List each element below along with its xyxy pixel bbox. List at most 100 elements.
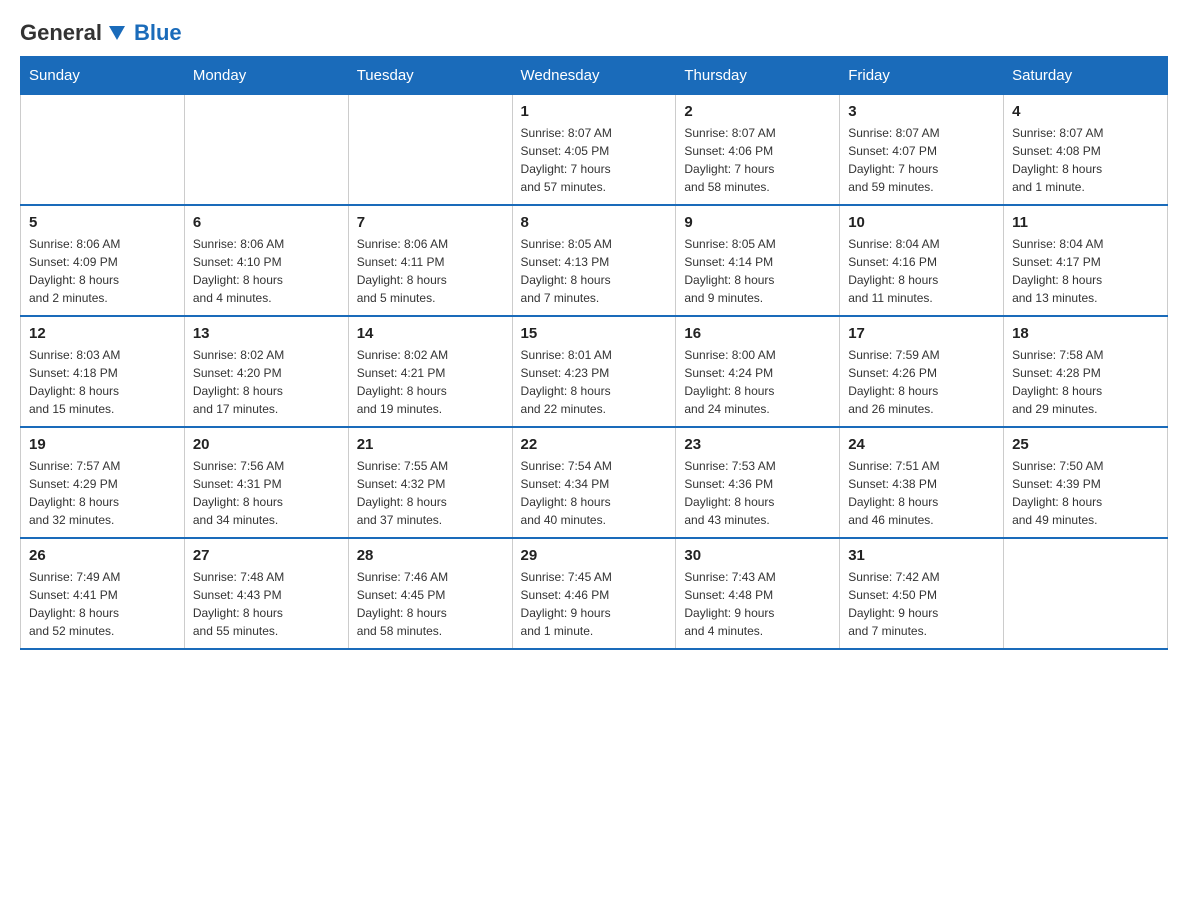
day-info: Sunrise: 8:05 AM Sunset: 4:13 PM Dayligh… <box>521 235 668 307</box>
day-info: Sunrise: 7:59 AM Sunset: 4:26 PM Dayligh… <box>848 346 995 418</box>
day-cell: 10 Sunrise: 8:04 AM Sunset: 4:16 PM Dayli… <box>840 205 1004 316</box>
day-number: 2 <box>684 103 831 120</box>
day-cell: 4 Sunrise: 8:07 AM Sunset: 4:08 PM Daylig… <box>1004 95 1168 206</box>
day-cell: 15Sunrise: 8:01 AM Sunset: 4:23 PM Dayli… <box>512 316 676 427</box>
day-info: Sunrise: 7:50 AM Sunset: 4:39 PM Dayligh… <box>1012 457 1159 529</box>
day-info: Sunrise: 8:07 AM Sunset: 4:08 PM Dayligh… <box>1012 124 1159 196</box>
day-number: 16 <box>684 325 831 342</box>
day-cell: 30 Sunrise: 7:43 AM Sunset: 4:48 PM Dayli… <box>676 538 840 649</box>
day-info: Sunrise: 8:06 AM Sunset: 4:09 PM Dayligh… <box>29 235 176 307</box>
week-row-1: 1Sunrise: 8:07 AM Sunset: 4:05 PM Daylig… <box>21 95 1168 206</box>
logo-blue-text: Blue <box>134 20 182 46</box>
day-cell: 31 Sunrise: 7:42 AM Sunset: 4:50 PM Dayli… <box>840 538 1004 649</box>
day-info: Sunrise: 8:02 AM Sunset: 4:21 PM Dayligh… <box>357 346 504 418</box>
day-number: 4 <box>1012 103 1159 120</box>
day-cell <box>184 95 348 206</box>
week-row-4: 19 Sunrise: 7:57 AM Sunset: 4:29 PM Dayli… <box>21 427 1168 538</box>
day-info: Sunrise: 7:58 AM Sunset: 4:28 PM Dayligh… <box>1012 346 1159 418</box>
day-cell: 28Sunrise: 7:46 AM Sunset: 4:45 PM Dayli… <box>348 538 512 649</box>
logo-arrow-icon <box>107 22 129 44</box>
day-number: 1 <box>521 103 668 120</box>
day-info: Sunrise: 8:00 AM Sunset: 4:24 PM Dayligh… <box>684 346 831 418</box>
day-info: Sunrise: 7:57 AM Sunset: 4:29 PM Dayligh… <box>29 457 176 529</box>
day-number: 24 <box>848 436 995 453</box>
day-info: Sunrise: 8:01 AM Sunset: 4:23 PM Dayligh… <box>521 346 668 418</box>
header-cell-thursday: Thursday <box>676 57 840 95</box>
day-number: 7 <box>357 214 504 231</box>
day-number: 13 <box>193 325 340 342</box>
day-number: 14 <box>357 325 504 342</box>
logo-general-text: General <box>20 20 102 46</box>
day-cell: 25Sunrise: 7:50 AM Sunset: 4:39 PM Dayli… <box>1004 427 1168 538</box>
day-cell: 1Sunrise: 8:07 AM Sunset: 4:05 PM Daylig… <box>512 95 676 206</box>
day-number: 31 <box>848 547 995 564</box>
day-number: 18 <box>1012 325 1159 342</box>
day-info: Sunrise: 8:04 AM Sunset: 4:16 PM Dayligh… <box>848 235 995 307</box>
day-number: 30 <box>684 547 831 564</box>
day-number: 6 <box>193 214 340 231</box>
day-info: Sunrise: 7:45 AM Sunset: 4:46 PM Dayligh… <box>521 568 668 640</box>
calendar-table: SundayMondayTuesdayWednesdayThursdayFrid… <box>20 56 1168 650</box>
day-cell <box>21 95 185 206</box>
day-number: 22 <box>521 436 668 453</box>
header-cell-friday: Friday <box>840 57 1004 95</box>
day-cell: 5 Sunrise: 8:06 AM Sunset: 4:09 PM Daylig… <box>21 205 185 316</box>
day-cell <box>348 95 512 206</box>
day-cell: 12 Sunrise: 8:03 AM Sunset: 4:18 PM Dayli… <box>21 316 185 427</box>
day-info: Sunrise: 7:49 AM Sunset: 4:41 PM Dayligh… <box>29 568 176 640</box>
week-row-3: 12 Sunrise: 8:03 AM Sunset: 4:18 PM Dayli… <box>21 316 1168 427</box>
day-info: Sunrise: 7:48 AM Sunset: 4:43 PM Dayligh… <box>193 568 340 640</box>
day-number: 9 <box>684 214 831 231</box>
day-cell <box>1004 538 1168 649</box>
day-info: Sunrise: 8:07 AM Sunset: 4:07 PM Dayligh… <box>848 124 995 196</box>
day-number: 8 <box>521 214 668 231</box>
day-cell: 7 Sunrise: 8:06 AM Sunset: 4:11 PM Daylig… <box>348 205 512 316</box>
day-cell: 27Sunrise: 7:48 AM Sunset: 4:43 PM Dayli… <box>184 538 348 649</box>
day-number: 21 <box>357 436 504 453</box>
day-cell: 16 Sunrise: 8:00 AM Sunset: 4:24 PM Dayli… <box>676 316 840 427</box>
day-cell: 6 Sunrise: 8:06 AM Sunset: 4:10 PM Daylig… <box>184 205 348 316</box>
day-number: 23 <box>684 436 831 453</box>
day-info: Sunrise: 7:54 AM Sunset: 4:34 PM Dayligh… <box>521 457 668 529</box>
logo: General Blue <box>20 20 182 46</box>
header-cell-tuesday: Tuesday <box>348 57 512 95</box>
day-cell: 8 Sunrise: 8:05 AM Sunset: 4:13 PM Daylig… <box>512 205 676 316</box>
day-info: Sunrise: 8:05 AM Sunset: 4:14 PM Dayligh… <box>684 235 831 307</box>
header-row: SundayMondayTuesdayWednesdayThursdayFrid… <box>21 57 1168 95</box>
day-number: 11 <box>1012 214 1159 231</box>
day-info: Sunrise: 8:07 AM Sunset: 4:06 PM Dayligh… <box>684 124 831 196</box>
day-info: Sunrise: 7:43 AM Sunset: 4:48 PM Dayligh… <box>684 568 831 640</box>
day-cell: 14 Sunrise: 8:02 AM Sunset: 4:21 PM Dayli… <box>348 316 512 427</box>
day-info: Sunrise: 8:06 AM Sunset: 4:11 PM Dayligh… <box>357 235 504 307</box>
day-number: 12 <box>29 325 176 342</box>
header-cell-monday: Monday <box>184 57 348 95</box>
day-info: Sunrise: 7:53 AM Sunset: 4:36 PM Dayligh… <box>684 457 831 529</box>
day-number: 5 <box>29 214 176 231</box>
day-cell: 29Sunrise: 7:45 AM Sunset: 4:46 PM Dayli… <box>512 538 676 649</box>
day-info: Sunrise: 8:04 AM Sunset: 4:17 PM Dayligh… <box>1012 235 1159 307</box>
day-info: Sunrise: 7:55 AM Sunset: 4:32 PM Dayligh… <box>357 457 504 529</box>
day-info: Sunrise: 8:06 AM Sunset: 4:10 PM Dayligh… <box>193 235 340 307</box>
day-cell: 2 Sunrise: 8:07 AM Sunset: 4:06 PM Daylig… <box>676 95 840 206</box>
day-number: 19 <box>29 436 176 453</box>
day-number: 28 <box>357 547 504 564</box>
day-info: Sunrise: 7:56 AM Sunset: 4:31 PM Dayligh… <box>193 457 340 529</box>
day-info: Sunrise: 8:02 AM Sunset: 4:20 PM Dayligh… <box>193 346 340 418</box>
header-cell-wednesday: Wednesday <box>512 57 676 95</box>
day-cell: 17 Sunrise: 7:59 AM Sunset: 4:26 PM Dayli… <box>840 316 1004 427</box>
day-number: 3 <box>848 103 995 120</box>
day-cell: 13 Sunrise: 8:02 AM Sunset: 4:20 PM Dayli… <box>184 316 348 427</box>
day-number: 10 <box>848 214 995 231</box>
day-cell: 22 Sunrise: 7:54 AM Sunset: 4:34 PM Dayli… <box>512 427 676 538</box>
header-cell-saturday: Saturday <box>1004 57 1168 95</box>
week-row-5: 26Sunrise: 7:49 AM Sunset: 4:41 PM Dayli… <box>21 538 1168 649</box>
day-cell: 18 Sunrise: 7:58 AM Sunset: 4:28 PM Dayli… <box>1004 316 1168 427</box>
day-cell: 23 Sunrise: 7:53 AM Sunset: 4:36 PM Dayli… <box>676 427 840 538</box>
day-info: Sunrise: 8:03 AM Sunset: 4:18 PM Dayligh… <box>29 346 176 418</box>
header-cell-sunday: Sunday <box>21 57 185 95</box>
day-cell: 20Sunrise: 7:56 AM Sunset: 4:31 PM Dayli… <box>184 427 348 538</box>
day-cell: 21 Sunrise: 7:55 AM Sunset: 4:32 PM Dayli… <box>348 427 512 538</box>
day-info: Sunrise: 7:42 AM Sunset: 4:50 PM Dayligh… <box>848 568 995 640</box>
day-number: 17 <box>848 325 995 342</box>
day-cell: 9 Sunrise: 8:05 AM Sunset: 4:14 PM Daylig… <box>676 205 840 316</box>
